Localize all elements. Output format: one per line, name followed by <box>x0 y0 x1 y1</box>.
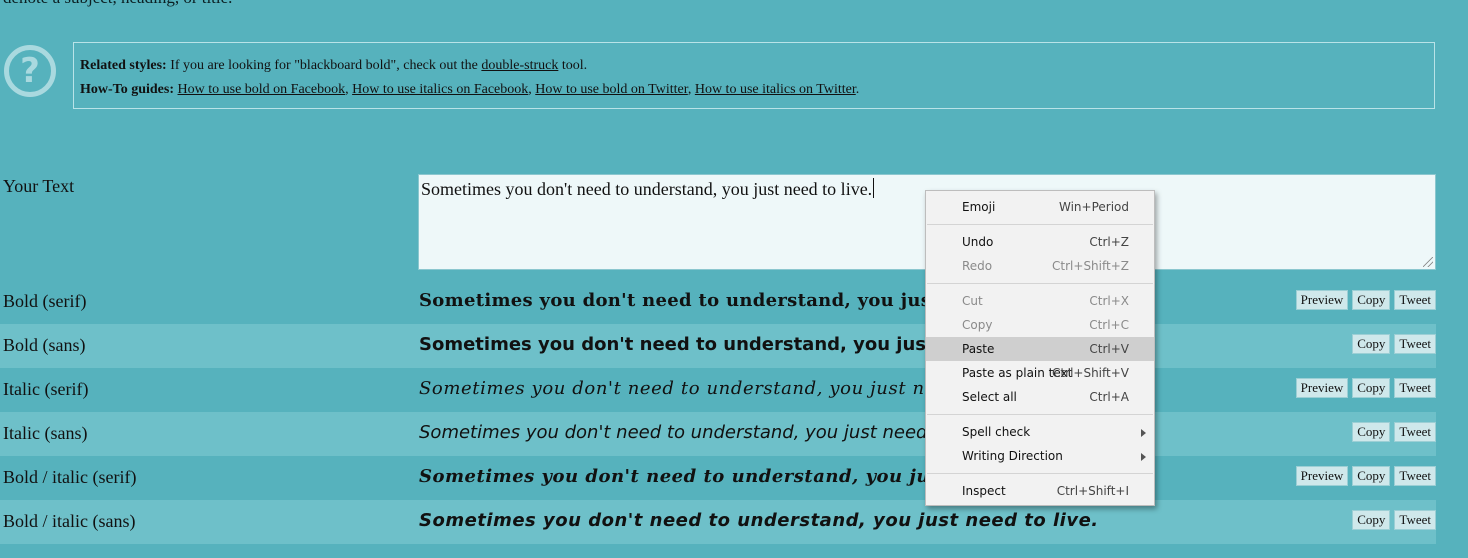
copy-button[interactable]: Copy <box>1352 510 1391 530</box>
menu-item-label: Spell check <box>962 425 1031 439</box>
menu-item-undo[interactable]: Undo Ctrl+Z <box>926 230 1154 254</box>
output-row-italic-serif: Italic (serif) Sometimes you don't need … <box>0 368 1436 412</box>
menu-separator <box>927 414 1153 415</box>
menu-item-label: Copy <box>962 318 993 332</box>
context-menu: Emoji Win+Period Undo Ctrl+Z Redo Ctrl+Shif… <box>925 190 1155 506</box>
page: denote a subject, heading, or title. ? R… <box>0 0 1468 558</box>
menu-item-shortcut: Ctrl+Shift+I <box>1056 484 1129 498</box>
row-label: Italic (serif) <box>3 379 89 399</box>
copy-button[interactable]: Copy <box>1352 290 1391 310</box>
howto-link-italics-twitter[interactable]: How to use italics on Twitter <box>695 82 856 97</box>
preview-button[interactable]: Preview <box>1295 466 1349 486</box>
menu-item-shortcut: Win+Period <box>1058 200 1129 214</box>
resize-grip-icon[interactable] <box>1423 257 1433 267</box>
related-styles-text-end: tool. <box>558 58 588 73</box>
menu-item-shortcut: Ctrl+Shift+Z <box>1052 259 1129 273</box>
howto-guides-line: How-To guides: How to use bold on Facebo… <box>80 82 860 97</box>
menu-item-paste-plain-text[interactable]: Paste as plain text Ctrl+Shift+V <box>926 361 1154 385</box>
menu-item-shortcut: Ctrl+V <box>1089 342 1129 356</box>
tweet-button[interactable]: Tweet <box>1394 422 1436 442</box>
howto-guides-label: How-To guides: <box>80 82 175 97</box>
text-caret <box>873 178 875 198</box>
row-label: Bold / italic (sans) <box>3 511 136 531</box>
tweet-button[interactable]: Tweet <box>1394 378 1436 398</box>
menu-item-label: Select all <box>962 390 1017 404</box>
menu-item-inspect[interactable]: Inspect Ctrl+Shift+I <box>926 479 1154 503</box>
copy-button[interactable]: Copy <box>1352 334 1391 354</box>
output-row-bold-sans: Bold (sans) Sometimes you don't need to … <box>0 324 1436 368</box>
copy-button[interactable]: Copy <box>1352 378 1391 398</box>
output-row-bold-italic-sans: Bold / italic (sans) Sometimes you don't… <box>0 500 1436 544</box>
row-output[interactable]: Sometimes you don't need to understand, … <box>419 378 959 399</box>
howto-link-italics-facebook[interactable]: How to use italics on Facebook <box>352 82 528 97</box>
menu-separator <box>927 283 1153 284</box>
text-input-value: Sometimes you don't need to understand, … <box>421 179 873 199</box>
submenu-arrow-icon <box>1141 453 1146 461</box>
menu-item-label: Cut <box>962 294 983 308</box>
row-output[interactable]: Sometimes you don't need to understand, … <box>419 422 951 443</box>
question-mark-icon: ? <box>4 45 56 97</box>
menu-item-shortcut: Ctrl+Z <box>1089 235 1129 249</box>
menu-item-cut[interactable]: Cut Ctrl+X <box>926 289 1154 313</box>
row-output[interactable]: Sometimes you don't need to understand, … <box>419 510 1099 531</box>
submenu-arrow-icon <box>1141 429 1146 437</box>
menu-item-shortcut: Ctrl+X <box>1089 294 1129 308</box>
menu-item-label: Writing Direction <box>962 449 1063 463</box>
menu-item-label: Emoji <box>962 200 996 214</box>
menu-item-label: Redo <box>962 259 993 273</box>
output-row-bold-italic-serif: Bold / italic (serif) Sometimes you don'… <box>0 456 1436 500</box>
menu-item-label: Paste <box>962 342 995 356</box>
tweet-button[interactable]: Tweet <box>1394 334 1436 354</box>
output-row-bold-serif: Bold (serif) Sometimes you don't need to… <box>0 280 1436 324</box>
related-styles-text: If you are looking for "blackboard bold"… <box>166 58 482 73</box>
menu-item-emoji[interactable]: Emoji Win+Period <box>926 195 1154 219</box>
menu-item-spell-check[interactable]: Spell check <box>926 420 1154 444</box>
menu-separator <box>927 224 1153 225</box>
related-info-box: Related styles: If you are looking for "… <box>73 42 1435 109</box>
double-struck-link[interactable]: double-struck <box>481 58 558 73</box>
row-output[interactable]: Sometimes you don't need to understand, … <box>419 290 983 311</box>
tweet-button[interactable]: Tweet <box>1394 510 1436 530</box>
row-label: Bold (serif) <box>3 291 87 311</box>
row-label: Bold / italic (serif) <box>3 467 137 487</box>
menu-item-copy[interactable]: Copy Ctrl+C <box>926 313 1154 337</box>
menu-item-label: Inspect <box>962 484 1006 498</box>
row-output[interactable]: Sometimes you don't need to understand, … <box>419 466 970 487</box>
menu-item-shortcut: Ctrl+Shift+V <box>1052 366 1129 380</box>
intro-text-tail: denote a subject, heading, or title. <box>3 0 232 8</box>
your-text-label: Your Text <box>3 176 75 196</box>
tweet-button[interactable]: Tweet <box>1394 290 1436 310</box>
row-label: Bold (sans) <box>3 335 86 355</box>
menu-item-redo[interactable]: Redo Ctrl+Shift+Z <box>926 254 1154 278</box>
row-output[interactable]: Sometimes you don't need to understand, … <box>419 334 991 355</box>
menu-item-paste[interactable]: Paste Ctrl+V <box>926 337 1154 361</box>
related-styles-line: Related styles: If you are looking for "… <box>80 54 1428 78</box>
copy-button[interactable]: Copy <box>1352 466 1391 486</box>
tweet-button[interactable]: Tweet <box>1394 466 1436 486</box>
copy-button[interactable]: Copy <box>1352 422 1391 442</box>
preview-button[interactable]: Preview <box>1295 290 1349 310</box>
output-row-italic-sans: Italic (sans) Sometimes you don't need t… <box>0 412 1436 456</box>
row-label: Italic (sans) <box>3 423 88 443</box>
menu-item-writing-direction[interactable]: Writing Direction <box>926 444 1154 468</box>
howto-link-bold-twitter[interactable]: How to use bold on Twitter <box>535 82 688 97</box>
menu-separator <box>927 473 1153 474</box>
preview-button[interactable]: Preview <box>1295 378 1349 398</box>
menu-item-shortcut: Ctrl+C <box>1089 318 1129 332</box>
menu-item-select-all[interactable]: Select all Ctrl+A <box>926 385 1154 409</box>
menu-item-shortcut: Ctrl+A <box>1089 390 1129 404</box>
related-styles-label: Related styles: <box>80 58 167 73</box>
howto-link-bold-facebook[interactable]: How to use bold on Facebook <box>178 82 346 97</box>
menu-item-label: Undo <box>962 235 994 249</box>
